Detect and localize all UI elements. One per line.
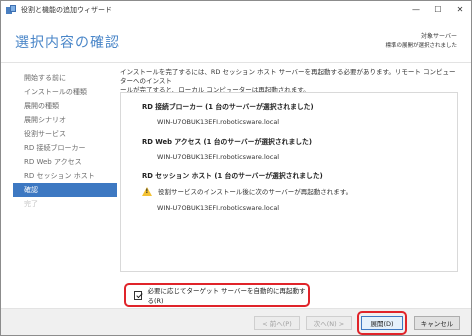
nav-item-deployment-scenario[interactable]: 展開シナリオ (1, 113, 118, 127)
destination-server-value: 標準の展開が選択されました (385, 43, 457, 49)
restart-checkbox-label[interactable]: 必要に応じてターゲット サーバーを自動的に再起動する(R) (147, 285, 308, 305)
previous-button[interactable]: < 前へ(P) (254, 316, 300, 330)
nav-item-rd-session-host[interactable]: RD セッション ホスト (1, 169, 118, 183)
nav-item-before-you-begin[interactable]: 開始する前に (1, 71, 118, 85)
next-button[interactable]: 次へ(N) > (306, 316, 352, 330)
window-title: 役割と機能の追加ウィザード (21, 5, 112, 14)
wizard-header: 選択内容の確認 対象サーバー 標準の展開が選択されました (1, 18, 471, 63)
server-manager-icon (6, 4, 16, 15)
deploy-button-highlight: 展開(D) (357, 311, 407, 335)
destination-server-label: 対象サーバー (421, 33, 457, 40)
minimize-button[interactable]: — (405, 1, 427, 18)
warning-icon: ! (142, 186, 152, 196)
nav-item-confirmation[interactable]: 確認 (13, 183, 117, 197)
server-name-rd-connection-broker: WIN-U7OBUK13EFI.roboticsware.local (157, 118, 280, 126)
nav-item-rd-web-access[interactable]: RD Web アクセス (1, 155, 118, 169)
restart-warning: ! 役割サービスのインストール後に次のサーバーが再起動されます。 (142, 186, 352, 196)
section-heading-rd-web-access: RD Web アクセス (1 台のサーバーが選択されました) (142, 138, 312, 146)
restart-option-highlight: 必要に応じてターゲット サーバーを自動的に再起動する(R) (124, 283, 310, 307)
nav-item-deployment-type[interactable]: 展開の種類 (1, 99, 118, 113)
close-button[interactable]: ✕ (449, 1, 471, 18)
deploy-button[interactable]: 展開(D) (361, 316, 403, 330)
cancel-button[interactable]: キャンセル (414, 316, 460, 330)
description-line-1: インストールを完了するには、RD セッション ホスト サーバーを再起動する必要が… (120, 68, 456, 85)
content-pane: インストールを完了するには、RD セッション ホスト サーバーを再起動する必要が… (118, 64, 471, 294)
page-title: 選択内容の確認 (15, 35, 120, 51)
nav-item-installation-type[interactable]: インストールの種類 (1, 85, 118, 99)
selection-summary: RD 接続ブローカー (1 台のサーバーが選択されました) WIN-U7OBUK… (120, 92, 458, 272)
server-name-rd-web-access: WIN-U7OBUK13EFI.roboticsware.local (157, 153, 280, 161)
description-text: インストールを完了するには、RD セッション ホスト サーバーを再起動する必要が… (120, 68, 458, 95)
wizard-steps-nav: 開始する前に インストールの種類 展開の種類 展開シナリオ 役割サービス RD … (1, 64, 118, 294)
restart-checkbox[interactable] (134, 290, 143, 300)
maximize-button[interactable]: ☐ (427, 1, 449, 18)
nav-item-completion: 完了 (24, 200, 38, 208)
section-heading-rd-session-host: RD セッション ホスト (1 台のサーバーが選択されました) (142, 172, 323, 180)
nav-item-rd-connection-broker[interactable]: RD 接続ブローカー (1, 141, 118, 155)
section-heading-rd-connection-broker: RD 接続ブローカー (1 台のサーバーが選択されました) (142, 103, 314, 111)
wizard-window: 役割と機能の追加ウィザード — ☐ ✕ 選択内容の確認 対象サーバー 標準の展開… (0, 0, 472, 336)
warning-text: 役割サービスのインストール後に次のサーバーが再起動されます。 (158, 188, 353, 196)
title-bar: 役割と機能の追加ウィザード — ☐ ✕ (1, 1, 471, 18)
wizard-footer: < 前へ(P) 次へ(N) > 展開(D) キャンセル (1, 308, 471, 335)
server-name-rd-session-host: WIN-U7OBUK13EFI.roboticsware.local (157, 204, 280, 212)
nav-item-role-services[interactable]: 役割サービス (1, 127, 118, 141)
